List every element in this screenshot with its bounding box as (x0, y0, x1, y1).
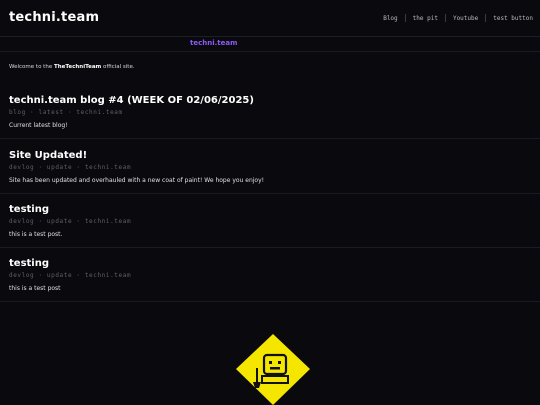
nav-test-button-link[interactable]: test button (493, 15, 533, 22)
post-tags: devlog · update · techni.team (9, 218, 132, 225)
welcome-prefix: Welcome to the (9, 64, 54, 70)
post-tags: blog · latest · techni.team (9, 109, 123, 116)
post-summary: this is a test post (9, 285, 61, 292)
nav-divider (444, 14, 446, 22)
post-card[interactable]: testing devlog · update · techni.team th… (0, 251, 540, 302)
page: techni.team Blog the pit Youtube test bu… (0, 0, 540, 405)
nav-divider (404, 14, 406, 22)
welcome-text: Welcome to the TheTechniTeam official si… (9, 64, 135, 70)
post-tags: devlog · update · techni.team (9, 164, 132, 171)
site-header: techni.team Blog the pit Youtube test bu… (0, 0, 540, 37)
site-logo[interactable]: techni.team (9, 10, 99, 25)
post-summary: this is a test post. (9, 231, 63, 238)
nav-the-pit-link[interactable]: the pit (413, 15, 438, 22)
nav-divider (485, 14, 487, 22)
post-title[interactable]: testing (9, 258, 49, 269)
post-title[interactable]: testing (9, 204, 49, 215)
sub-header: techni.team (0, 37, 540, 52)
nav-blog-link[interactable]: Blog (383, 15, 397, 22)
post-summary: Current latest blog! (9, 122, 68, 129)
post-title[interactable]: techni.team blog #4 (WEEK OF 02/06/2025) (9, 95, 254, 106)
sub-header-title: techni.team (190, 39, 238, 47)
post-card[interactable]: techni.team blog #4 (WEEK OF 02/06/2025)… (0, 88, 540, 139)
post-title[interactable]: Site Updated! (9, 150, 87, 161)
post-card[interactable]: testing devlog · update · techni.team th… (0, 197, 540, 248)
main-nav: Blog the pit Youtube test button (383, 14, 533, 22)
welcome-brand: TheTechniTeam (53, 64, 102, 70)
techni-mascot-icon (234, 332, 312, 405)
post-tags: devlog · update · techni.team (9, 272, 132, 279)
post-card[interactable]: Site Updated! devlog · update · techni.t… (0, 143, 540, 194)
welcome-suffix: official site. (101, 64, 135, 70)
post-summary: Site has been updated and overhauled wit… (9, 177, 265, 184)
nav-youtube-link[interactable]: Youtube (453, 15, 478, 22)
